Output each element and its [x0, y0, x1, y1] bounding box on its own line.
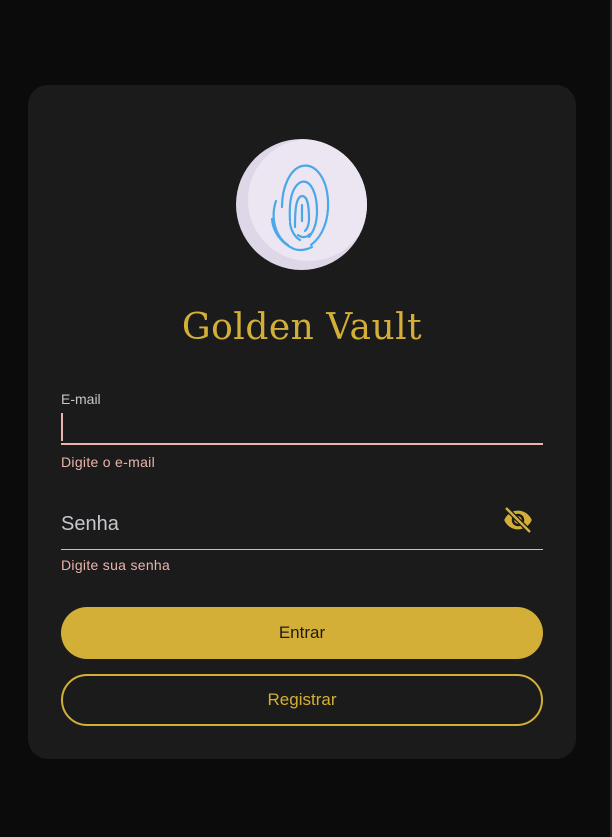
email-error: Digite o e-mail: [61, 454, 155, 470]
password-error: Digite sua senha: [61, 557, 171, 573]
email-label: E-mail: [61, 391, 101, 407]
login-button[interactable]: Entrar: [61, 607, 543, 659]
register-button[interactable]: Registrar: [61, 674, 543, 726]
fingerprint-icon: [270, 164, 330, 252]
eye-off-icon[interactable]: [503, 505, 533, 535]
email-field[interactable]: [61, 411, 543, 445]
text-cursor: [61, 413, 63, 441]
app-logo: [236, 139, 367, 270]
page: Golden Vault E-mail Digite o e-mail Digi…: [0, 0, 612, 837]
login-card: Golden Vault E-mail Digite o e-mail Digi…: [28, 85, 576, 759]
password-field[interactable]: [61, 500, 543, 550]
app-title: Golden Vault: [181, 307, 423, 348]
